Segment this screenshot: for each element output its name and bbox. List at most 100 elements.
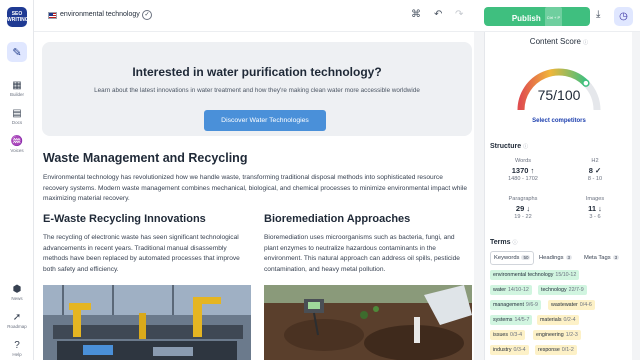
content-score-title: Content Score ⓘ [485,37,633,46]
voices-icon: ♒ [10,136,24,147]
chip-ratio: 0/1-2 [561,347,574,353]
rail-item-help[interactable]: ? Help [0,340,34,357]
edit-icon[interactable]: ✎ [7,42,27,62]
help-icon: ? [14,340,20,351]
tab-label: Keywords [494,255,520,261]
metric-range: 1480 - 1702 [508,176,538,182]
chip-ratio: 9/6-9 [525,302,538,308]
rail-label: Voices [10,148,24,153]
rail-label: Docs [11,120,23,125]
tab-meta-tags[interactable]: Meta Tags 3 [584,251,620,265]
metric-words: Words 1370 ↑ 1480 - 1702 [488,158,558,182]
download-icon[interactable]: ⤓ [596,9,600,20]
metric-range: 8 - 10 [587,176,603,182]
metric-value: 11 ↓ [588,204,602,213]
publish-shortcut: Ctrl + P [544,7,563,28]
tab-headings[interactable]: Headings 3 [539,251,573,265]
content-score-panel: Content Score ⓘ 75/100 Select competitor… [484,32,632,360]
keyword-chip[interactable]: wastewater 0/4-6 [548,300,595,310]
metric-images: Images 11 ↓ 3 - 6 [560,196,630,220]
bioremediation-soil-image[interactable] [264,285,472,360]
history-icon[interactable]: ◷ [614,7,633,26]
metric-h2: H2 8 ✓ 8 - 10 [560,158,630,182]
rail-item-builder[interactable]: ▦ Builder [0,80,34,97]
structure-label: Structure [490,143,522,150]
chip-term: response [538,347,560,353]
select-competitors-link[interactable]: Select competitors [485,118,633,124]
chip-term: systems [493,317,513,323]
info-icon[interactable]: ⓘ [512,240,517,246]
keyword-chip[interactable]: systems 14/5-7 [490,315,533,325]
keyword-chip[interactable]: issues 0/3-4 [490,330,526,340]
keyword-chip[interactable]: engineering 1/2-3 [533,330,581,340]
rail-item-voices[interactable]: ♒ Voices [0,136,34,153]
chip-term: technology [541,287,567,293]
keyword-chip[interactable]: technology 22/7-9 [538,285,587,295]
recycling-factory-image[interactable] [43,285,251,360]
cta-box: Interested in water purification technol… [42,42,472,136]
check-circle-icon[interactable]: ✓ [142,10,152,20]
us-flag-icon[interactable] [48,12,57,19]
metric-value: 29 ↓ [515,204,531,213]
redo-icon[interactable]: ↷ [455,9,463,20]
rail-label: Help [12,352,22,357]
info-icon[interactable]: ⓘ [583,40,588,46]
editor-toolbar: environmental technology ✓ ⌘ ↶ ↷ [34,0,474,32]
metric-paragraphs: Paragraphs 29 ↓ 19 - 22 [488,196,558,220]
keyword-chip[interactable]: materials 0/2-4 [537,315,579,325]
chip-term: management [493,302,524,308]
chip-term: engineering [536,332,564,338]
tab-count: 50 [521,255,531,260]
chip-ratio: 0/3-4 [513,347,526,353]
chip-ratio: 22/7-9 [568,287,584,293]
undo-icon[interactable]: ↶ [434,9,442,20]
keyword-chip[interactable]: industry 0/3-4 [490,345,529,355]
cta-subtitle: Learn about the latest innovations in wa… [94,87,420,94]
metric-label: Words [514,158,532,164]
metric-label: Paragraphs [508,196,538,202]
chip-ratio: 15/10-12 [555,272,577,278]
keyword-chip[interactable]: management 9/6-9 [490,300,541,310]
metric-label: H2 [591,158,599,164]
terms-title: Terms ⓘ [490,239,517,246]
tags-icon[interactable]: ⌘ [411,9,421,20]
keyword-chip[interactable]: water 14/10-12 [490,285,532,295]
section-heading: Waste Management and Recycling [43,151,248,165]
col2-text: Bioremediation uses microorganisms such … [264,234,460,273]
discover-button[interactable]: Discover Water Technologies [204,110,326,131]
docs-icon: ▤ [12,108,22,119]
tab-label: Headings [539,255,564,261]
content-score-value: 75/100 [537,87,581,103]
metric-value: 1370 ↑ [511,166,535,175]
metric-range: 3 - 6 [589,214,601,220]
structure-title: Structure ⓘ [490,143,528,150]
chip-term: materials [540,317,562,323]
keyword-chip[interactable]: environmental technology 15/10-12 [490,270,580,280]
chip-ratio: 14/5-7 [514,317,530,323]
chip-ratio: 0/4-6 [579,302,592,308]
section-paragraph: Environmental technology has revolutioni… [43,174,468,202]
terms-tabs: Keywords 50 Headings 3 Meta Tags 3 [490,251,630,265]
metric-range: 19 - 22 [514,214,532,220]
tab-count: 3 [612,255,620,260]
rail-item-docs[interactable]: ▤ Docs [0,108,34,125]
article-editor[interactable]: Interested in water purification technol… [34,32,474,360]
col1-text: The recycling of electronic waste has se… [43,234,240,273]
rail-label: Roadmap [7,324,27,329]
rail-label: News [11,296,23,301]
col2-heading: Bioremediation Approaches [264,213,411,225]
gauge-marker [582,79,590,87]
target-keyword[interactable]: environmental technology [60,11,140,18]
tab-count: 3 [565,255,573,260]
chip-term: environmental technology [493,272,554,278]
tab-keywords[interactable]: Keywords 50 [490,251,535,265]
rail-label: Builder [9,92,24,97]
info-icon[interactable]: ⓘ [523,144,528,150]
publish-button[interactable]: Publish Ctrl + P [484,7,590,28]
chip-ratio: 14/10-12 [507,287,529,293]
rail-item-roadmap[interactable]: ➚ Roadmap [0,312,34,329]
keyword-chip[interactable]: response 0/1-2 [535,345,577,355]
app-logo[interactable]: SEO WRITING [7,7,29,27]
metric-value: 8 ✓ [588,166,602,175]
rail-item-news[interactable]: ⬢ News [0,284,34,301]
